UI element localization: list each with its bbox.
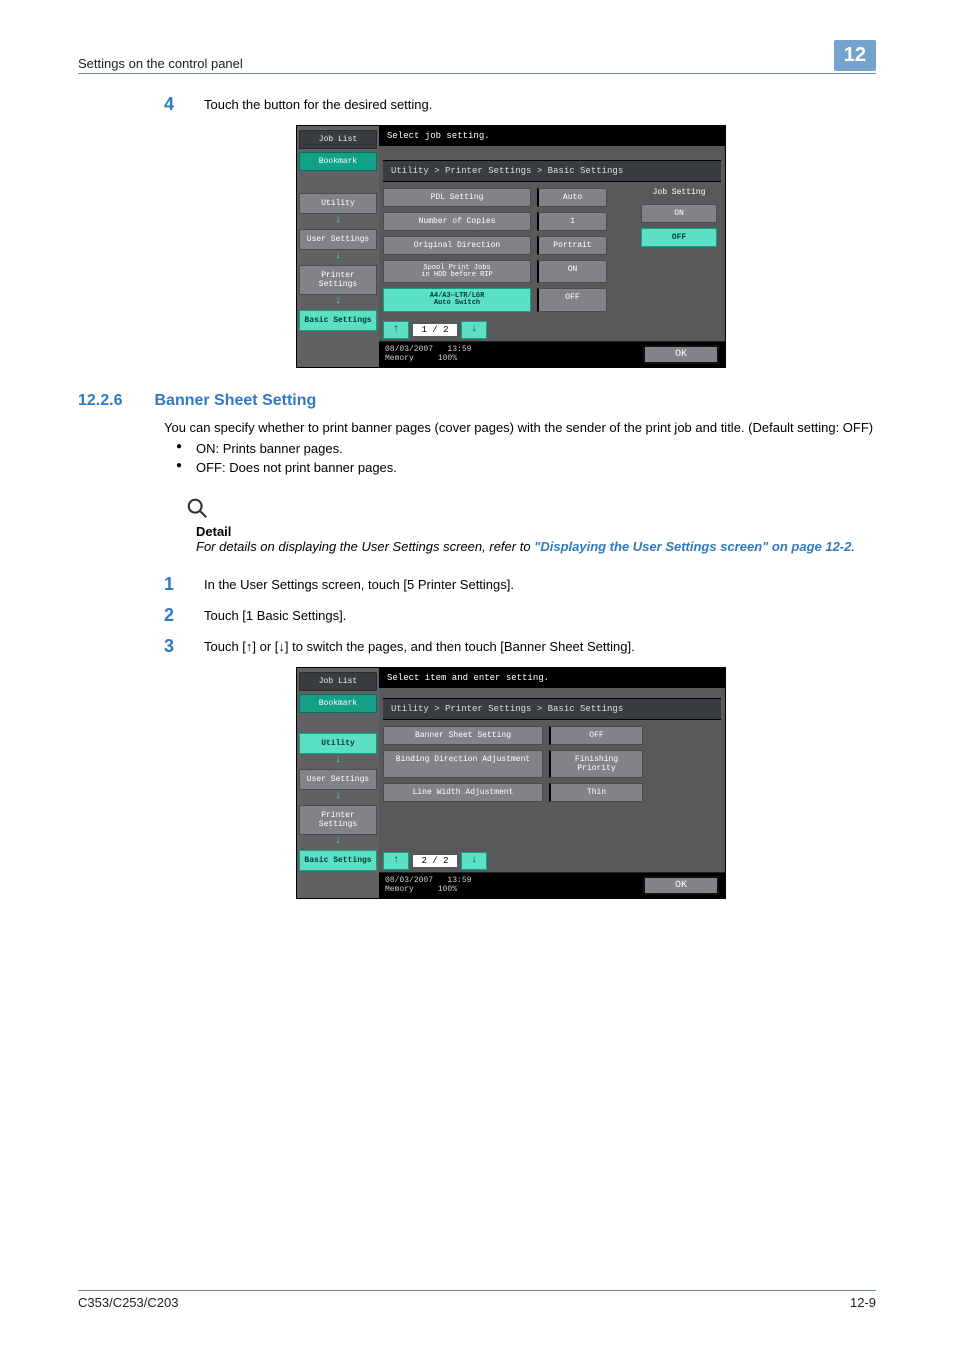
printer-screen-2: Job List Bookmark Utility ↓ User Setting… bbox=[296, 667, 726, 899]
detail-link[interactable]: "Displaying the User Settings screen" on… bbox=[534, 539, 851, 554]
bullet-off: OFF: Does not print banner pages. bbox=[164, 460, 876, 475]
tab-job-list[interactable]: Job List bbox=[299, 672, 377, 691]
pdl-setting-button[interactable]: PDL Setting bbox=[383, 188, 531, 207]
tab-bookmark[interactable]: Bookmark bbox=[299, 694, 377, 713]
sidebar-arrow-icon: ↓ bbox=[300, 251, 376, 262]
breadcrumb: Utility > Printer Settings > Basic Setti… bbox=[383, 698, 721, 720]
section-paragraph: You can specify whether to print banner … bbox=[164, 420, 876, 435]
line-width-button[interactable]: Line Width Adjustment bbox=[383, 783, 543, 802]
sidebar-basic-settings[interactable]: Basic Settings bbox=[299, 850, 377, 871]
copies-value: 1 bbox=[537, 212, 607, 231]
copies-button[interactable]: Number of Copies bbox=[383, 212, 531, 231]
page-indicator: 2 / 2 bbox=[413, 855, 457, 867]
detail-icon bbox=[186, 497, 208, 519]
spool-line2: in HDD before RIP bbox=[421, 271, 492, 279]
detail-label: Detail bbox=[196, 524, 876, 539]
page-indicator: 1 / 2 bbox=[413, 324, 457, 336]
sidebar-printer-settings[interactable]: Printer Settings bbox=[299, 265, 377, 295]
tab-bookmark[interactable]: Bookmark bbox=[299, 152, 377, 171]
footer-status: 08/03/2007 13:59 Memory 100% bbox=[385, 876, 471, 894]
spool-value: ON bbox=[537, 260, 607, 283]
sidebar-utility[interactable]: Utility bbox=[299, 193, 377, 214]
detail-text: For details on displaying the User Setti… bbox=[196, 539, 876, 554]
page-header-title: Settings on the control panel bbox=[78, 56, 243, 71]
sidebar-arrow-icon: ↓ bbox=[300, 215, 376, 226]
chapter-number: 12 bbox=[834, 40, 876, 71]
page-down-button[interactable]: ↓ bbox=[461, 852, 487, 870]
off-button[interactable]: OFF bbox=[641, 228, 717, 247]
sidebar-basic-settings[interactable]: Basic Settings bbox=[299, 310, 377, 331]
ok-button[interactable]: OK bbox=[643, 345, 719, 364]
step-text-3: Touch [↑] or [↓] to switch the pages, an… bbox=[204, 636, 876, 654]
banner-sheet-value: OFF bbox=[549, 726, 643, 745]
banner-sheet-button[interactable]: Banner Sheet Setting bbox=[383, 726, 543, 745]
ok-button[interactable]: OK bbox=[643, 876, 719, 895]
original-direction-button[interactable]: Original Direction bbox=[383, 236, 531, 255]
pdl-setting-value: Auto bbox=[537, 188, 607, 207]
auto-switch-button[interactable]: A4/A3⇔LTR/LGR Auto Switch bbox=[383, 288, 531, 311]
footer-model: C353/C253/C203 bbox=[78, 1295, 178, 1310]
auto-switch-value: OFF bbox=[537, 288, 607, 311]
step-number-2: 2 bbox=[164, 605, 204, 626]
page-up-button[interactable]: ↑ bbox=[383, 852, 409, 870]
step-number-4: 4 bbox=[164, 94, 204, 115]
step-text-2: Touch [1 Basic Settings]. bbox=[204, 605, 876, 623]
job-setting-header: Job Setting bbox=[641, 186, 717, 199]
line-width-value: Thin bbox=[549, 783, 643, 802]
printer-screen-1: Job List Bookmark Utility ↓ User Setting… bbox=[296, 125, 726, 368]
sidebar-arrow-icon: ↓ bbox=[300, 836, 376, 847]
sidebar-printer-settings[interactable]: Printer Settings bbox=[299, 805, 377, 835]
screen-message: Select item and enter setting. bbox=[379, 668, 725, 688]
binding-direction-button[interactable]: Binding Direction Adjustment bbox=[383, 750, 543, 778]
footer-page: 12-9 bbox=[850, 1295, 876, 1310]
step-number-3: 3 bbox=[164, 636, 204, 657]
screen-message: Select job setting. bbox=[379, 126, 725, 146]
sidebar-arrow-icon: ↓ bbox=[300, 791, 376, 802]
step-text-4: Touch the button for the desired setting… bbox=[204, 94, 876, 112]
sidebar-utility[interactable]: Utility bbox=[299, 733, 377, 754]
page-down-button[interactable]: ↓ bbox=[461, 321, 487, 339]
breadcrumb: Utility > Printer Settings > Basic Setti… bbox=[383, 160, 721, 182]
sidebar-arrow-icon: ↓ bbox=[300, 296, 376, 307]
sidebar-user-settings[interactable]: User Settings bbox=[299, 769, 377, 790]
original-direction-value: Portrait bbox=[537, 236, 607, 255]
step-text-1: In the User Settings screen, touch [5 Pr… bbox=[204, 574, 876, 592]
spool-button[interactable]: Spool Print Jobs in HDD before RIP bbox=[383, 260, 531, 283]
page-up-button[interactable]: ↑ bbox=[383, 321, 409, 339]
tab-job-list[interactable]: Job List bbox=[299, 130, 377, 149]
step-number-1: 1 bbox=[164, 574, 204, 595]
sidebar-user-settings[interactable]: User Settings bbox=[299, 229, 377, 250]
footer-status: 08/03/2007 13:59 Memory 100% bbox=[385, 345, 471, 363]
auto-switch-line2: Auto Switch bbox=[434, 299, 480, 307]
bullet-on: ON: Prints banner pages. bbox=[164, 441, 876, 456]
sidebar-arrow-icon: ↓ bbox=[300, 755, 376, 766]
binding-direction-value: Finishing Priority bbox=[549, 750, 643, 778]
section-number: 12.2.6 bbox=[78, 392, 122, 410]
section-title: Banner Sheet Setting bbox=[154, 392, 316, 410]
on-button[interactable]: ON bbox=[641, 204, 717, 223]
